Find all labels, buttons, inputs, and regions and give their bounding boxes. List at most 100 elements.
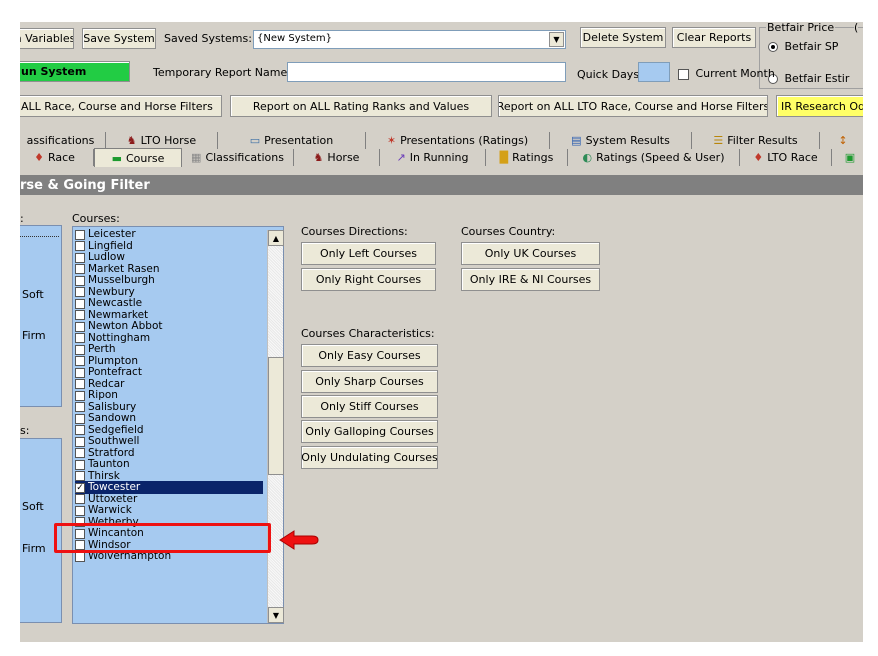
checkbox-icon[interactable] [75, 298, 85, 309]
checkbox-icon[interactable] [75, 379, 85, 389]
tab-race[interactable]: ♦ Race [20, 149, 94, 166]
report-rating-ranks-button[interactable]: Report on ALL Rating Ranks and Values [230, 95, 492, 117]
list-item[interactable]: Market Rasen [75, 263, 263, 275]
list-item[interactable]: Sedgefield [75, 424, 263, 436]
checkbox-icon[interactable] [75, 505, 85, 516]
checkbox-icon[interactable] [75, 310, 85, 320]
courses-list[interactable]: Leicester Lingfield Ludlow Market Rasen Muss… [72, 226, 284, 624]
current-month-option[interactable]: Current Month [678, 67, 775, 80]
list-item[interactable]: Uttoxeter [75, 493, 263, 505]
tab-ratings-speed-user[interactable]: ◐ Ratings (Speed & User) [568, 149, 740, 166]
list-item[interactable]: Newbury [75, 286, 263, 298]
temp-report-input[interactable] [287, 62, 566, 82]
report-all-filters-button[interactable]: ALL Race, Course and Horse Filters [20, 95, 222, 117]
checkbox-icon[interactable] [75, 275, 85, 286]
only-ire-ni-courses-button[interactable]: Only IRE & NI Courses [461, 268, 600, 291]
checkbox-icon[interactable] [75, 402, 85, 412]
tab-lto-horse[interactable]: ♞ LTO Horse [106, 132, 218, 149]
list-item[interactable]: Redcar [75, 378, 263, 390]
tab-classifications[interactable]: ▦ Classifications [182, 149, 294, 166]
only-stiff-courses-button[interactable]: Only Stiff Courses [301, 395, 438, 418]
betfair-sp-option[interactable]: Betfair SP [768, 40, 838, 53]
list-item[interactable]: Stratford [75, 447, 263, 459]
list-item[interactable]: Perth [75, 344, 263, 355]
variables-button[interactable]: n Variables [20, 28, 74, 49]
list-item[interactable]: Plumpton [75, 355, 263, 367]
tab-in-running[interactable]: ↗ In Running [380, 149, 486, 166]
checkbox-icon[interactable] [75, 287, 85, 297]
tab-filter-results[interactable]: ☰ Filter Results [692, 132, 820, 149]
radio-selected-icon[interactable] [768, 42, 778, 52]
course-name: Taunton [88, 458, 130, 470]
checkbox-icon[interactable] [75, 229, 85, 240]
tab-extra[interactable]: ▣ [832, 149, 863, 166]
checkbox-icon[interactable] [75, 436, 85, 447]
scroll-down-icon[interactable]: ▼ [268, 607, 284, 623]
checkbox-icon[interactable] [75, 494, 85, 504]
run-system-button[interactable]: un System [20, 61, 130, 82]
checkbox-icon[interactable] [75, 551, 85, 562]
checkbox-icon[interactable] [75, 264, 85, 274]
list-item[interactable]: Thirsk [75, 470, 263, 482]
list-item[interactable]: Southwell [75, 436, 263, 447]
only-sharp-courses-button[interactable]: Only Sharp Courses [301, 370, 438, 393]
clear-reports-button[interactable]: Clear Reports [672, 27, 756, 48]
list-item[interactable]: Salisbury [75, 401, 263, 413]
only-easy-courses-button[interactable]: Only Easy Courses [301, 344, 438, 367]
checkbox-icon[interactable] [75, 252, 85, 263]
report-lto-button[interactable]: Report on ALL LTO Race, Course and Horse… [498, 95, 768, 117]
tab-presentations-ratings[interactable]: ✶ Presentations (Ratings) [366, 132, 550, 149]
checkbox-checked-icon[interactable]: ✓ [75, 482, 85, 493]
list-item[interactable]: Ripon [75, 390, 263, 401]
only-uk-courses-button[interactable]: Only UK Courses [461, 242, 600, 265]
ir-research-button[interactable]: IR Research Od [776, 95, 863, 117]
list-item[interactable]: Musselburgh [75, 275, 263, 286]
checkbox-icon[interactable] [75, 333, 85, 343]
save-system-button[interactable]: Save System [82, 28, 156, 49]
checkbox-icon[interactable] [75, 471, 85, 481]
tab-course[interactable]: ▬ Course [94, 148, 182, 167]
checkbox-icon[interactable] [75, 413, 85, 424]
scroll-up-icon[interactable]: ▲ [268, 230, 284, 246]
list-item[interactable]: Newcastle [75, 298, 263, 309]
checkbox-icon[interactable] [75, 425, 85, 435]
scroll-thumb[interactable] [268, 357, 284, 475]
only-galloping-courses-button[interactable]: Only Galloping Courses [301, 420, 438, 443]
only-right-courses-button[interactable]: Only Right Courses [301, 268, 436, 291]
courses-scrollbar[interactable]: ▲ ▼ [267, 230, 284, 623]
checkbox-icon[interactable] [75, 344, 85, 355]
list-item[interactable]: Nottingham [75, 332, 263, 344]
delete-system-button[interactable]: Delete System [580, 27, 666, 48]
list-item[interactable]: Newmarket [75, 309, 263, 321]
checkbox-icon[interactable] [75, 367, 85, 378]
tab-presentation[interactable]: ▭ Presentation [218, 132, 366, 149]
checkbox-icon[interactable] [678, 68, 689, 80]
tab-classifications-top[interactable]: assifications [20, 132, 106, 149]
checkbox-icon[interactable] [75, 356, 85, 366]
checkbox-icon[interactable] [75, 390, 85, 401]
only-undulating-courses-button[interactable]: Only Undulating Courses [301, 446, 438, 469]
chevron-down-icon[interactable]: ▼ [549, 32, 564, 47]
list-item[interactable]: Leicester [75, 229, 263, 240]
checkbox-icon[interactable] [75, 321, 85, 332]
list-item[interactable]: Taunton [75, 459, 263, 470]
list-item[interactable]: Newton Abbot [75, 321, 263, 332]
betfair-estimate-option[interactable]: Betfair Estir [768, 72, 849, 85]
only-left-courses-button[interactable]: Only Left Courses [301, 242, 436, 265]
checkbox-icon[interactable] [75, 241, 85, 251]
checkbox-icon[interactable] [75, 448, 85, 458]
list-item[interactable]: Sandown [75, 413, 263, 424]
quick-days-input[interactable] [638, 62, 670, 82]
list-item[interactable]: Ludlow [75, 252, 263, 263]
list-item[interactable]: Warwick [75, 505, 263, 516]
tab-system-results[interactable]: ▤ System Results [550, 132, 692, 149]
tab-horse[interactable]: ♞ Horse [294, 149, 380, 166]
list-item[interactable]: Pontefract [75, 367, 263, 378]
checkbox-icon[interactable] [75, 459, 85, 470]
tab-sort[interactable]: ↕ [820, 132, 863, 149]
tab-ratings[interactable]: █ Ratings [486, 149, 568, 166]
list-item[interactable]: Lingfield [75, 240, 263, 252]
going-panel-top[interactable] [20, 225, 62, 407]
saved-systems-dropdown[interactable]: {New System} ▼ [253, 30, 566, 49]
tab-lto-race[interactable]: ♦ LTO Race [740, 149, 832, 166]
